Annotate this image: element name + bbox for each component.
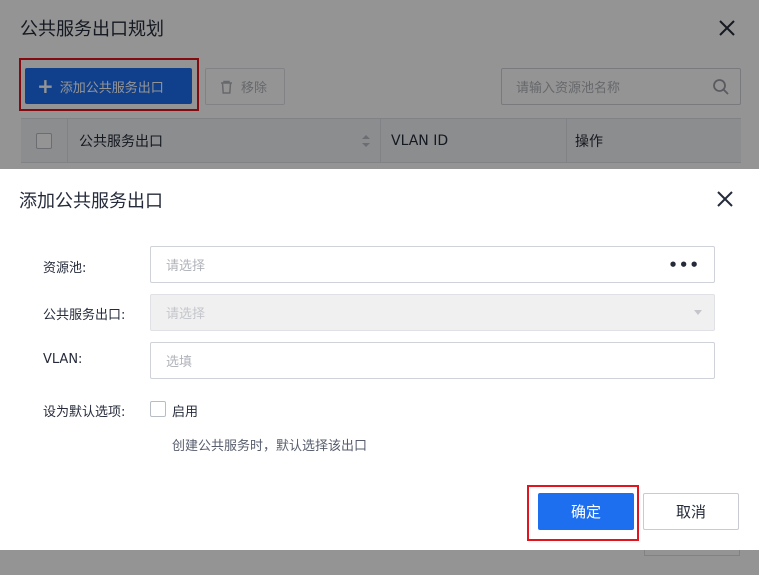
resource-pool-placeholder: 请选择	[166, 259, 206, 274]
enable-default-checkbox-label[interactable]: 启用	[172, 401, 198, 420]
service-exit-select[interactable]: 请选择	[150, 294, 715, 331]
resource-pool-select[interactable]: 请选择 •••	[150, 246, 715, 283]
chevron-down-icon	[694, 310, 702, 315]
service-exit-label: 公共服务出口:	[43, 308, 126, 323]
vlan-input[interactable]: 选填	[150, 342, 715, 379]
add-public-service-exit-dialog: 添加公共服务出口 资源池: 请选择 ••• 公共服务出口: 请选择 VLAN: …	[0, 169, 759, 550]
more-icon[interactable]: •••	[668, 256, 700, 274]
enable-default-checkbox[interactable]	[150, 401, 166, 417]
cancel-button[interactable]: 取消	[643, 493, 739, 530]
resource-pool-label: 资源池:	[43, 261, 87, 276]
default-option-label: 设为默认选项:	[43, 405, 126, 420]
close-icon[interactable]	[714, 188, 736, 210]
service-exit-placeholder: 请选择	[166, 307, 206, 322]
default-option-help-text: 创建公共服务时，默认选择该出口	[172, 439, 368, 454]
vlan-placeholder: 选填	[166, 355, 193, 370]
dialog-title: 添加公共服务出口	[19, 191, 163, 212]
ok-button[interactable]: 确定	[538, 493, 634, 530]
vlan-label: VLAN:	[43, 352, 83, 367]
